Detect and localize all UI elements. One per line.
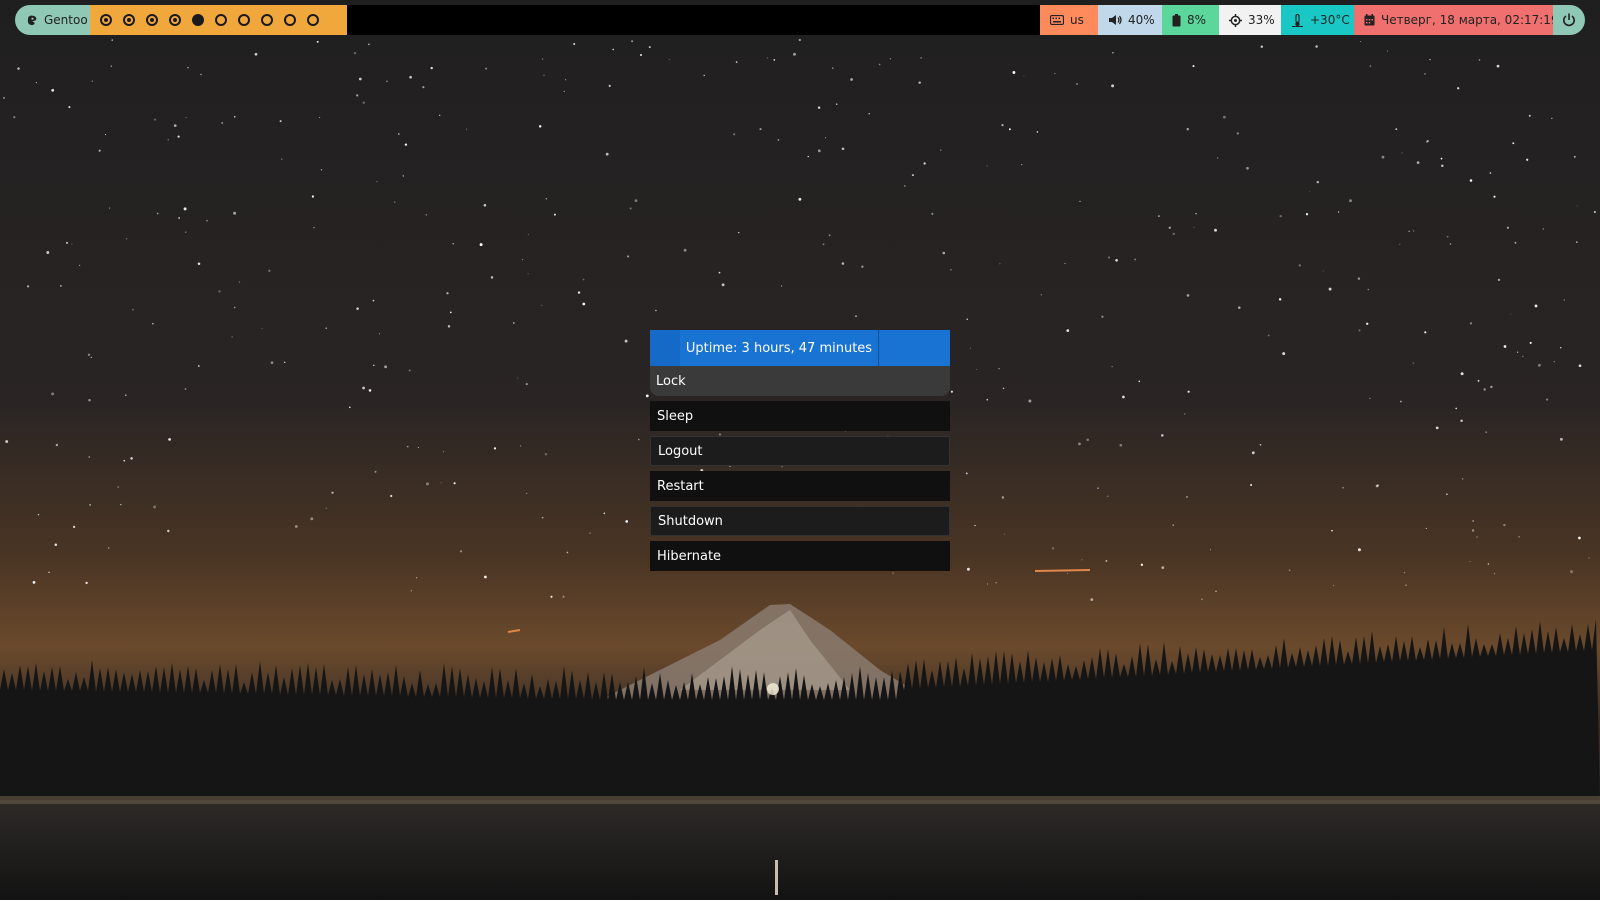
gentoo-icon: [27, 15, 38, 26]
cpu-indicator[interactable]: 33%: [1219, 5, 1281, 35]
workspace-switcher: [90, 5, 347, 35]
keyboard-layout-indicator[interactable]: us: [1040, 5, 1098, 35]
cpu-icon: [1229, 13, 1242, 27]
menu-item-lock[interactable]: Lock: [650, 366, 950, 396]
battery-icon: [1172, 13, 1181, 27]
power-button[interactable]: [1553, 5, 1585, 35]
thermometer-icon: [1291, 13, 1304, 27]
power-icon: [1562, 13, 1576, 27]
speaker-icon: [1108, 14, 1122, 26]
menu-item-label: Lock: [656, 373, 686, 389]
battery-indicator[interactable]: 8%: [1162, 5, 1219, 35]
menu-item-label: Shutdown: [658, 513, 723, 529]
header-right-segment: [879, 330, 950, 366]
menu-item-label: Sleep: [657, 408, 694, 424]
keyboard-layout-label: us: [1070, 13, 1084, 27]
menu-item-hibernate[interactable]: Hibernate: [650, 541, 950, 571]
menu-item-restart[interactable]: Restart: [650, 471, 950, 501]
top-bar: Gentoo us 40% 8% 33% +30°C Четверг, 18 м…: [15, 5, 1585, 35]
power-menu-header: Uptime: 3 hours, 47 minutes: [650, 330, 950, 366]
workspace-2-button[interactable]: [123, 14, 135, 26]
workspace-10-button[interactable]: [307, 14, 319, 26]
keyboard-icon: [1050, 15, 1064, 25]
menu-item-shutdown[interactable]: Shutdown: [650, 506, 950, 536]
uptime-label: Uptime: 3 hours, 47 minutes: [680, 330, 879, 366]
datetime-label: Четверг, 18 марта, 02:17:19: [1381, 13, 1559, 27]
workspace-6-button[interactable]: [215, 14, 227, 26]
calendar-icon: [1364, 14, 1375, 26]
menu-item-logout[interactable]: Logout: [650, 436, 950, 466]
menu-item-label: Hibernate: [657, 548, 722, 564]
workspace-9-button[interactable]: [284, 14, 296, 26]
workspace-5-button[interactable]: [192, 14, 204, 26]
temperature-indicator[interactable]: +30°C: [1281, 5, 1354, 35]
header-left-segment: [650, 330, 680, 366]
workspace-4-button[interactable]: [169, 14, 181, 26]
power-menu: Uptime: 3 hours, 47 minutes Lock Sleep L…: [650, 330, 950, 571]
workspace-1-button[interactable]: [100, 14, 112, 26]
cpu-value: 33%: [1248, 13, 1275, 27]
battery-value: 8%: [1187, 13, 1207, 27]
menu-item-label: Logout: [658, 443, 703, 459]
workspace-7-button[interactable]: [238, 14, 250, 26]
temperature-value: +30°C: [1310, 13, 1350, 27]
os-menu-button[interactable]: Gentoo: [15, 5, 90, 35]
workspace-8-button[interactable]: [261, 14, 273, 26]
menu-item-label: Restart: [657, 478, 704, 494]
workspace-3-button[interactable]: [146, 14, 158, 26]
volume-indicator[interactable]: 40%: [1098, 5, 1162, 35]
menu-item-sleep[interactable]: Sleep: [650, 401, 950, 431]
bar-spacer: [347, 5, 1040, 35]
clock-indicator[interactable]: Четверг, 18 марта, 02:17:19: [1354, 5, 1559, 35]
os-label: Gentoo: [44, 13, 88, 27]
volume-value: 40%: [1128, 13, 1155, 27]
